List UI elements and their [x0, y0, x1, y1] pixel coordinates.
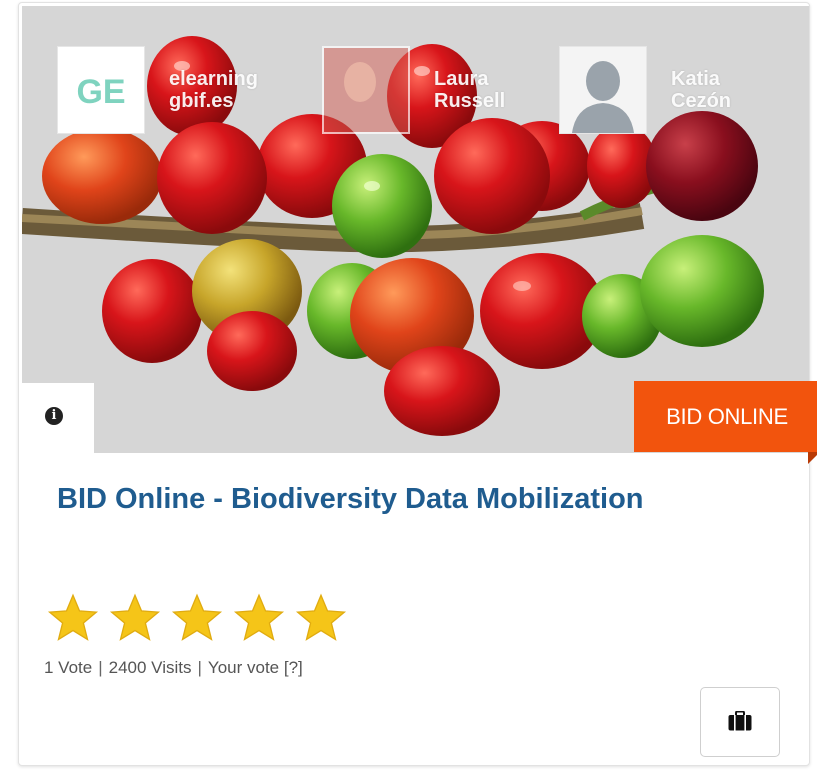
avatar	[322, 46, 410, 134]
instructor-name: Laura Russell	[434, 68, 506, 112]
course-card[interactable]: GE elearning gbif.es Laura Russell Katia…	[18, 2, 817, 766]
star-icon[interactable]	[109, 593, 161, 643]
star-icon[interactable]	[47, 593, 99, 643]
visit-count: 2400 Visits	[108, 658, 192, 677]
info-button[interactable]: i	[22, 383, 94, 453]
instructor-laura-russell[interactable]: Laura Russell	[322, 46, 505, 134]
instructor-name: elearning gbif.es	[169, 68, 258, 112]
star-icon[interactable]	[233, 593, 285, 643]
instructor-elearning-gbif[interactable]: GE elearning gbif.es	[57, 46, 258, 134]
elearning-logo: GE	[57, 46, 145, 134]
stats-separator: |	[98, 658, 103, 677]
svg-text:GE: GE	[76, 73, 125, 111]
star-icon[interactable]	[295, 593, 347, 643]
vote-count: 1 Vote	[44, 658, 93, 677]
your-vote-link[interactable]: Your vote [?]	[208, 658, 303, 678]
stats-separator: |	[197, 658, 202, 677]
category-badge[interactable]: BID ONLINE	[634, 381, 817, 452]
info-circle-icon[interactable]: i	[45, 407, 63, 425]
course-title[interactable]: BID Online - Biodiversity Data Mobilizat…	[57, 479, 777, 519]
star-rating[interactable]	[47, 593, 357, 643]
briefcase-icon	[728, 710, 752, 730]
enroll-button[interactable]	[700, 687, 780, 757]
avatar-placeholder-icon	[559, 46, 647, 134]
course-stats: 1 Vote | 2400 Visits | Your vote [?]	[44, 658, 303, 678]
badge-fold	[808, 452, 817, 464]
star-icon[interactable]	[171, 593, 223, 643]
instructor-name: Katia Cezón	[671, 68, 731, 112]
instructor-katia-cezon[interactable]: Katia Cezón	[559, 46, 731, 134]
